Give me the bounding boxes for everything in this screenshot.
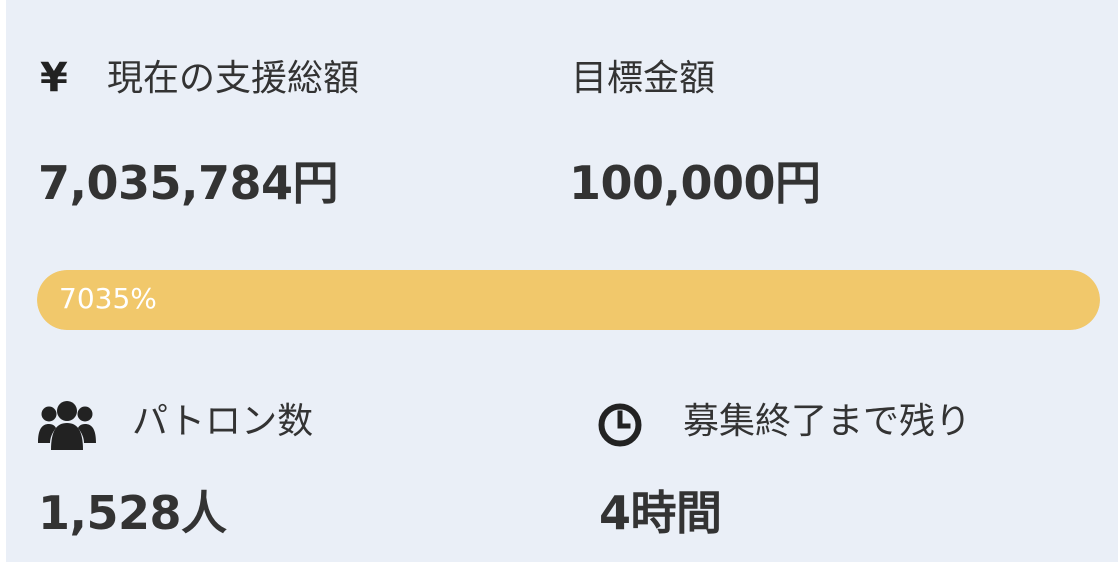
current-total-value: 7,035,784円 bbox=[38, 156, 339, 210]
yen-icon: ¥ bbox=[40, 55, 68, 101]
goal-amount-label: 目標金額 bbox=[571, 58, 716, 99]
patrons-value: 1,528人 bbox=[38, 486, 227, 540]
progress-bar-fill bbox=[37, 270, 1100, 330]
remaining-time-label: 募集終了まで残り bbox=[683, 401, 972, 442]
progress-bar: 7035% bbox=[37, 270, 1100, 330]
remaining-time-value: 4時間 bbox=[599, 486, 722, 540]
current-total-label: 現在の支援総額 bbox=[107, 58, 360, 99]
goal-amount-value: 100,000円 bbox=[569, 156, 821, 210]
clock-icon bbox=[597, 402, 643, 448]
progress-percent-text: 7035% bbox=[59, 282, 157, 315]
patrons-label: パトロン数 bbox=[132, 401, 314, 442]
funding-status-panel: ¥ 現在の支援総額 7,035,784円 目標金額 100,000円 7035%… bbox=[6, 0, 1118, 562]
users-icon bbox=[38, 396, 96, 450]
